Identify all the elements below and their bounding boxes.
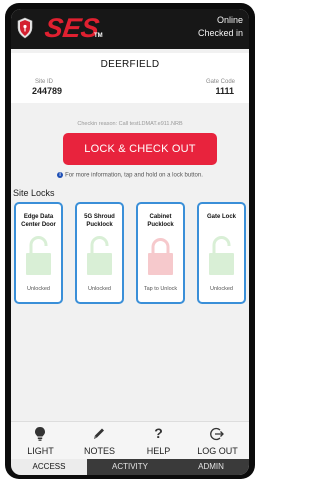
- tab-logout[interactable]: LOG OUT: [188, 422, 247, 460]
- lock-tile-cabinet-pucklock[interactable]: Cabinet Pucklock Tap to Unlock: [136, 202, 185, 304]
- lock-status: Unlocked: [88, 286, 111, 292]
- lock-tile-edge-data-center-door[interactable]: Edge Data Center Door Unlocked: [14, 202, 63, 304]
- gate-code-value: 1111: [215, 86, 234, 96]
- action-tab-bar: LIGHT NOTES ? HELP LOG OUT: [11, 421, 249, 460]
- tab-label: LOG OUT: [197, 446, 238, 456]
- nav-activity[interactable]: ACTIVITY: [87, 459, 173, 475]
- checkin-status: Checked in: [197, 28, 243, 38]
- tab-label: LIGHT: [27, 446, 54, 456]
- lock-tile-gate-lock[interactable]: Gate Lock Unlocked: [197, 202, 246, 304]
- shield-logo-icon: [17, 17, 33, 39]
- logo-trademark: TM: [94, 33, 103, 39]
- lock-name: Cabinet Pucklock: [147, 214, 174, 228]
- phone-frame: SES TM Online Checked in DEERFIELD Site …: [5, 3, 255, 479]
- tab-notes[interactable]: NOTES: [70, 422, 129, 460]
- question-icon: ?: [154, 425, 163, 441]
- site-id-value: 244789: [32, 86, 63, 96]
- site-id-label: Site ID: [35, 79, 54, 85]
- pencil-icon: [94, 428, 104, 439]
- logout-icon: [210, 427, 224, 441]
- app-screen: SES TM Online Checked in DEERFIELD Site …: [11, 9, 249, 475]
- bottom-navigation: ACCESS ACTIVITY ADMIN: [11, 459, 249, 475]
- connection-status: Online: [216, 15, 243, 25]
- open-padlock-icon: [209, 236, 234, 275]
- site-name: DEERFIELD: [100, 59, 160, 70]
- info-text: For more information, tap and hold on a …: [65, 172, 203, 179]
- tab-help[interactable]: ? HELP: [129, 422, 188, 460]
- lock-name: 5G Shroud Pucklock: [84, 214, 115, 228]
- tab-label: NOTES: [83, 446, 115, 456]
- open-padlock-icon: [87, 236, 112, 275]
- lock-tile-5g-shroud-pucklock[interactable]: 5G Shroud Pucklock Unlocked: [75, 202, 124, 304]
- nav-admin[interactable]: ADMIN: [173, 459, 249, 475]
- open-padlock-icon: [26, 236, 51, 275]
- lock-status: Tap to Unlock: [143, 286, 178, 292]
- gate-code-label: Gate Code: [205, 79, 235, 85]
- closed-padlock-icon: [148, 238, 173, 275]
- checkin-reason: Checkin reason: Call testLDMAT.e911.NRB: [77, 121, 183, 127]
- lock-name: Edge Data Center Door: [21, 214, 56, 228]
- site-locks-title: Site Locks: [13, 188, 55, 198]
- top-bar: SES TM Online Checked in: [11, 9, 249, 49]
- info-icon: i: [57, 172, 64, 178]
- nav-access[interactable]: ACCESS: [11, 459, 87, 475]
- info-hint: i For more information, tap and hold on a…: [11, 172, 249, 179]
- site-info-card: DEERFIELD Site ID 244789 Gate Code 1111: [11, 53, 249, 103]
- bulb-icon: [35, 427, 45, 441]
- lock-status: Unlocked: [27, 286, 50, 292]
- ses-logo: SES: [42, 13, 102, 43]
- lock-and-checkout-button[interactable]: LOCK & CHECK OUT: [63, 133, 217, 165]
- lock-name: Gate Lock: [206, 214, 236, 220]
- tab-light[interactable]: LIGHT: [11, 422, 70, 460]
- tab-label: HELP: [146, 446, 171, 456]
- lock-status: Unlocked: [210, 286, 233, 292]
